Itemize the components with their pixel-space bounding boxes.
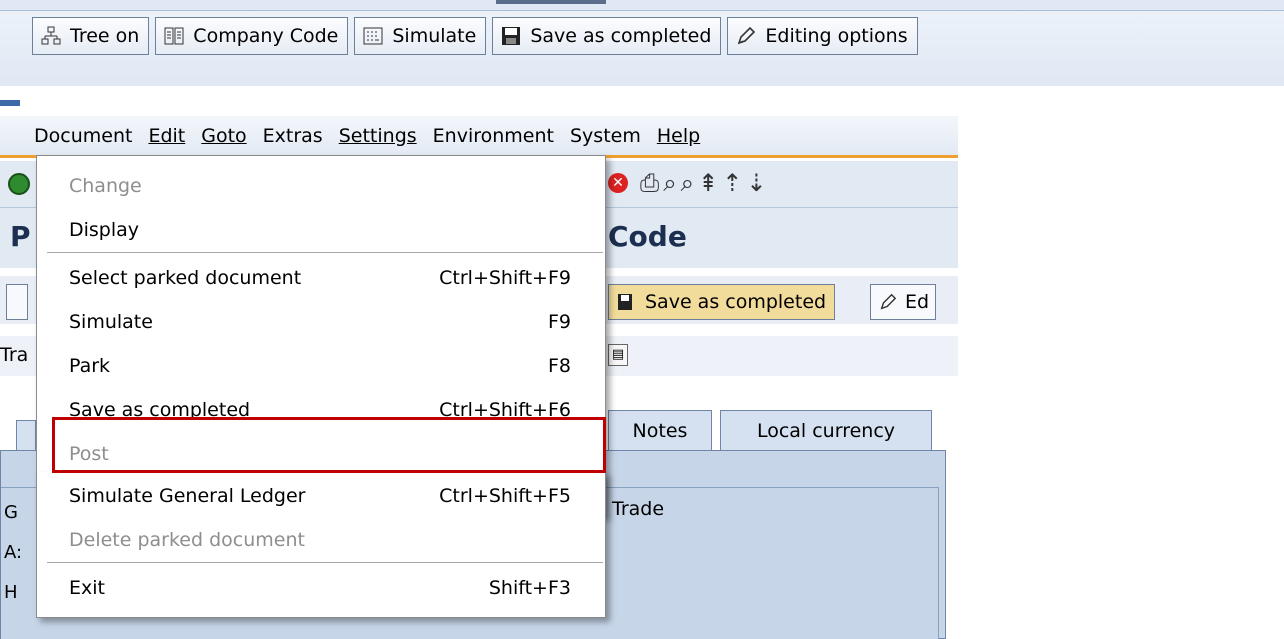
menu-item-label: Exit <box>69 577 105 599</box>
editing-options-button[interactable]: Editing options <box>727 17 918 55</box>
app-save-label: Save as completed <box>645 291 827 313</box>
menu-item-delete-parked-document: Delete parked document <box>37 520 605 560</box>
menu-item-label: Simulate <box>69 311 153 333</box>
save-icon <box>615 291 637 313</box>
top-mark <box>496 0 606 4</box>
row-label-2: A: <box>4 542 23 563</box>
next-page-icon[interactable]: ⇣ <box>746 169 770 197</box>
menu-item-select-parked-document[interactable]: Select parked document Ctrl+Shift+F9 <box>37 258 605 298</box>
page-title-end: Code <box>608 220 687 253</box>
enter-icon[interactable] <box>8 173 30 195</box>
menu-item-simulate-general-ledger[interactable]: Simulate General Ledger Ctrl+Shift+F5 <box>37 476 605 516</box>
menu-document[interactable]: Document <box>34 125 132 147</box>
menu-separator <box>47 252 603 254</box>
top-toolbar: Tree on Company Code Simulate Save as co… <box>32 17 918 57</box>
tab-notes[interactable]: Notes <box>608 410 712 450</box>
menu-item-shortcut: F8 <box>547 355 571 377</box>
menu-item-shortcut: Ctrl+Shift+F5 <box>439 485 571 507</box>
row-label-1: G <box>4 502 18 523</box>
simulate-button[interactable]: Simulate <box>354 17 487 55</box>
toolbar-icons: ⎙⌕⌕⇞⇡⇣ <box>640 169 770 197</box>
print-icon[interactable]: ⎙ <box>640 169 663 197</box>
company-code-icon <box>163 25 185 47</box>
menu-settings[interactable]: Settings <box>339 125 417 147</box>
menu-extras[interactable]: Extras <box>263 125 323 147</box>
tree-on-button-small[interactable] <box>6 284 28 320</box>
menu-item-change: Change <box>37 166 605 206</box>
menu-item-display[interactable]: Display <box>37 210 605 250</box>
tab-local-currency-label: Local currency <box>756 419 896 442</box>
transaction-label: Tra <box>0 344 29 366</box>
page-title-start: P <box>10 220 31 253</box>
menu-item-simulate[interactable]: Simulate F9 <box>37 302 605 342</box>
menu-item-label: Select parked document <box>69 267 302 289</box>
menu-item-label: Park <box>69 355 111 377</box>
menu-item-exit[interactable]: Exit Shift+F3 <box>37 568 605 608</box>
menu-item-shortcut: Shift+F3 <box>488 577 571 599</box>
menu-item-shortcut: Ctrl+Shift+F9 <box>439 267 571 289</box>
menu-item-shortcut: F9 <box>547 311 571 333</box>
prev-page-icon[interactable]: ⇡ <box>722 169 746 197</box>
pencil-icon <box>877 291 899 313</box>
simulate-label: Simulate <box>392 25 477 47</box>
value-help-icon[interactable]: ▤ <box>608 344 628 366</box>
tree-on-button[interactable]: Tree on <box>32 17 150 55</box>
editing-options-label: Editing options <box>765 25 908 47</box>
trade-text: Trade <box>612 498 665 520</box>
menu-item-label: Simulate General Ledger <box>69 485 306 507</box>
menu-item-park[interactable]: Park F8 <box>37 346 605 386</box>
pencil-icon <box>735 25 757 47</box>
tab-notes-label: Notes <box>632 419 688 442</box>
menu-separator <box>47 562 603 564</box>
menu-item-label: Change <box>69 175 142 197</box>
top-border <box>0 0 1284 11</box>
top-toolbar-area: Tree on Company Code Simulate Save as co… <box>0 0 1284 86</box>
save-as-completed-label: Save as completed <box>530 25 712 47</box>
app-save-as-completed-button[interactable]: Save as completed <box>608 284 836 320</box>
find-next-icon[interactable]: ⌕ <box>681 169 698 197</box>
document-menu-lower: Simulate General Ledger Ctrl+Shift+F5 De… <box>36 472 606 618</box>
row-label-3: H <box>4 582 18 603</box>
menu-item-label: Delete parked document <box>69 529 305 551</box>
menu-item-label: Display <box>69 219 140 241</box>
post-highlight-box <box>52 417 606 473</box>
window-corner-mark <box>0 100 20 106</box>
simulate-icon <box>362 25 384 47</box>
tab-basic-data[interactable] <box>16 420 36 450</box>
tree-on-label: Tree on <box>70 25 140 47</box>
first-page-icon[interactable]: ⇞ <box>698 169 722 197</box>
save-icon <box>500 25 522 47</box>
menu-environment[interactable]: Environment <box>433 125 554 147</box>
app-edit-label: Ed <box>905 291 930 313</box>
menu-edit[interactable]: Edit <box>148 125 185 147</box>
menu-goto[interactable]: Goto <box>201 125 246 147</box>
company-code-label: Company Code <box>193 25 339 47</box>
app-editing-options-button[interactable]: Ed <box>870 284 937 320</box>
find-icon[interactable]: ⌕ <box>663 169 680 197</box>
tree-icon <box>40 25 62 47</box>
menu-bar: Document Edit Goto Extras Settings Envir… <box>0 116 958 158</box>
cancel-icon[interactable]: ✕ <box>608 173 628 193</box>
save-as-completed-button[interactable]: Save as completed <box>492 17 722 55</box>
tab-local-currency[interactable]: Local currency <box>720 410 932 450</box>
company-code-button[interactable]: Company Code <box>155 17 349 55</box>
menu-system[interactable]: System <box>570 125 641 147</box>
menu-help[interactable]: Help <box>657 125 700 147</box>
